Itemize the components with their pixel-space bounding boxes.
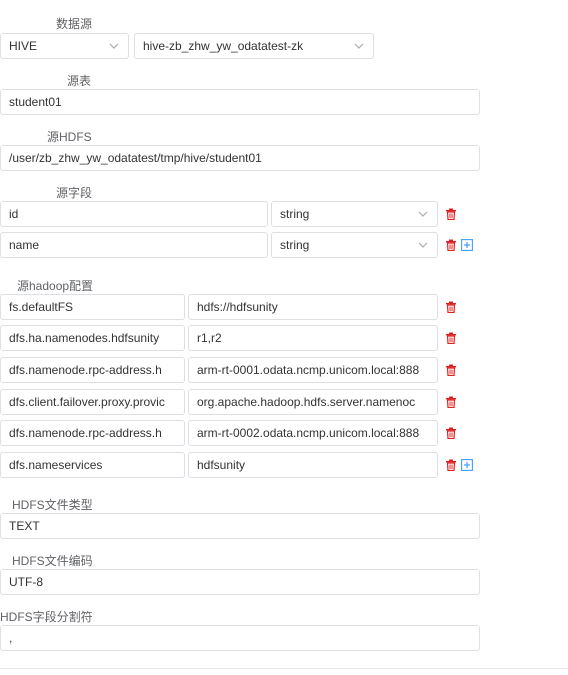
hadoop-config-key: fs.defaultFS [9, 300, 74, 314]
field-type-select[interactable]: string [271, 201, 438, 227]
hadoop-config-key: dfs.client.failover.proxy.provic [9, 395, 165, 409]
field-type-select[interactable]: string [271, 232, 438, 258]
source-hdfs-input[interactable]: /user/zb_zhw_yw_odatatest/tmp/hive/stude… [0, 145, 480, 171]
hdfs-file-encoding-value: UTF-8 [9, 575, 43, 589]
trash-icon[interactable] [445, 396, 457, 408]
source-table-value: student01 [9, 95, 62, 109]
hadoop-config-key-input[interactable]: dfs.namenode.rpc-address.h [0, 357, 185, 383]
bottom-divider [0, 668, 568, 669]
hadoop-config-value-input[interactable]: arm-rt-0001.odata.ncmp.unicom.local:888 [188, 357, 438, 383]
plus-square-icon[interactable] [461, 239, 473, 251]
trash-icon[interactable] [445, 332, 457, 344]
hadoop-config-key-input[interactable]: fs.defaultFS [0, 294, 185, 320]
trash-icon[interactable] [445, 364, 457, 376]
datasource-instance-value: hive-zb_zhw_yw_odatatest-zk [143, 39, 304, 53]
hdfs-file-type-input[interactable]: TEXT [0, 513, 480, 539]
datasource-type-select[interactable]: HIVE [0, 33, 129, 59]
hadoop-config-value: hdfsunity [197, 458, 246, 472]
source-table-input[interactable]: student01 [0, 89, 480, 115]
datasource-instance-select[interactable]: hive-zb_zhw_yw_odatatest-zk [134, 33, 374, 59]
hadoop-config-key: dfs.namenode.rpc-address.h [9, 363, 162, 377]
hadoop-config-value: hdfs://hdfsunity [197, 300, 278, 314]
hadoop-config-key: dfs.namenode.rpc-address.h [9, 426, 162, 440]
hadoop-config-value: org.apache.hadoop.hdfs.server.namenoc [197, 395, 416, 409]
hadoop-config-key-input[interactable]: dfs.nameservices [0, 452, 185, 478]
hdfs-field-delimiter-value: , [9, 631, 13, 645]
chevron-down-icon [418, 210, 428, 218]
hadoop-config-value: r1,r2 [197, 331, 222, 345]
hadoop-config-key-input[interactable]: dfs.client.failover.proxy.provic [0, 389, 185, 415]
field-type-value: string [280, 207, 310, 221]
datasource-type-value: HIVE [9, 39, 38, 53]
plus-square-icon[interactable] [461, 459, 473, 471]
hdfs-file-type-value: TEXT [9, 519, 40, 533]
chevron-down-icon [109, 42, 119, 50]
source-hdfs-label: 源HDFS [47, 130, 92, 144]
trash-icon[interactable] [445, 208, 457, 220]
source-fields-label: 源字段 [56, 186, 93, 200]
trash-icon[interactable] [445, 427, 457, 439]
hadoop-config-label: 源hadoop配置 [17, 279, 94, 293]
hdfs-field-delimiter-label: HDFS字段分割符 [0, 610, 93, 624]
hadoop-config-value-input[interactable]: org.apache.hadoop.hdfs.server.namenoc [188, 389, 438, 415]
field-type-value: string [280, 238, 310, 252]
hadoop-config-value-input[interactable]: hdfsunity [188, 452, 438, 478]
hadoop-config-value-input[interactable]: r1,r2 [188, 325, 438, 351]
field-name-value: id [9, 207, 19, 221]
sync-source-config-form: 数据源 HIVE hive-zb_zhw_yw_odatatest-zk 源表 … [0, 0, 568, 675]
source-hdfs-value: /user/zb_zhw_yw_odatatest/tmp/hive/stude… [9, 151, 262, 165]
datasource-label: 数据源 [56, 17, 93, 31]
hdfs-file-type-label: HDFS文件类型 [12, 498, 93, 512]
hadoop-config-key: dfs.ha.namenodes.hdfsunity [9, 331, 160, 345]
hadoop-config-value-input[interactable]: hdfs://hdfsunity [188, 294, 438, 320]
hdfs-file-encoding-input[interactable]: UTF-8 [0, 569, 480, 595]
field-name-value: name [9, 238, 40, 252]
field-name-input[interactable]: name [0, 232, 268, 258]
chevron-down-icon [418, 241, 428, 249]
field-name-input[interactable]: id [0, 201, 268, 227]
hadoop-config-key-input[interactable]: dfs.namenode.rpc-address.h [0, 420, 185, 446]
trash-icon[interactable] [445, 459, 457, 471]
chevron-down-icon [354, 42, 364, 50]
hdfs-file-encoding-label: HDFS文件编码 [12, 554, 93, 568]
hadoop-config-value: arm-rt-0001.odata.ncmp.unicom.local:888 [197, 363, 420, 377]
trash-icon[interactable] [445, 301, 457, 313]
trash-icon[interactable] [445, 239, 457, 251]
hadoop-config-key: dfs.nameservices [9, 458, 103, 472]
hadoop-config-value-input[interactable]: arm-rt-0002.odata.ncmp.unicom.local:888 [188, 420, 438, 446]
source-table-label: 源表 [67, 74, 92, 88]
hadoop-config-value: arm-rt-0002.odata.ncmp.unicom.local:888 [197, 426, 420, 440]
hadoop-config-key-input[interactable]: dfs.ha.namenodes.hdfsunity [0, 325, 185, 351]
hdfs-field-delimiter-input[interactable]: , [0, 625, 480, 651]
